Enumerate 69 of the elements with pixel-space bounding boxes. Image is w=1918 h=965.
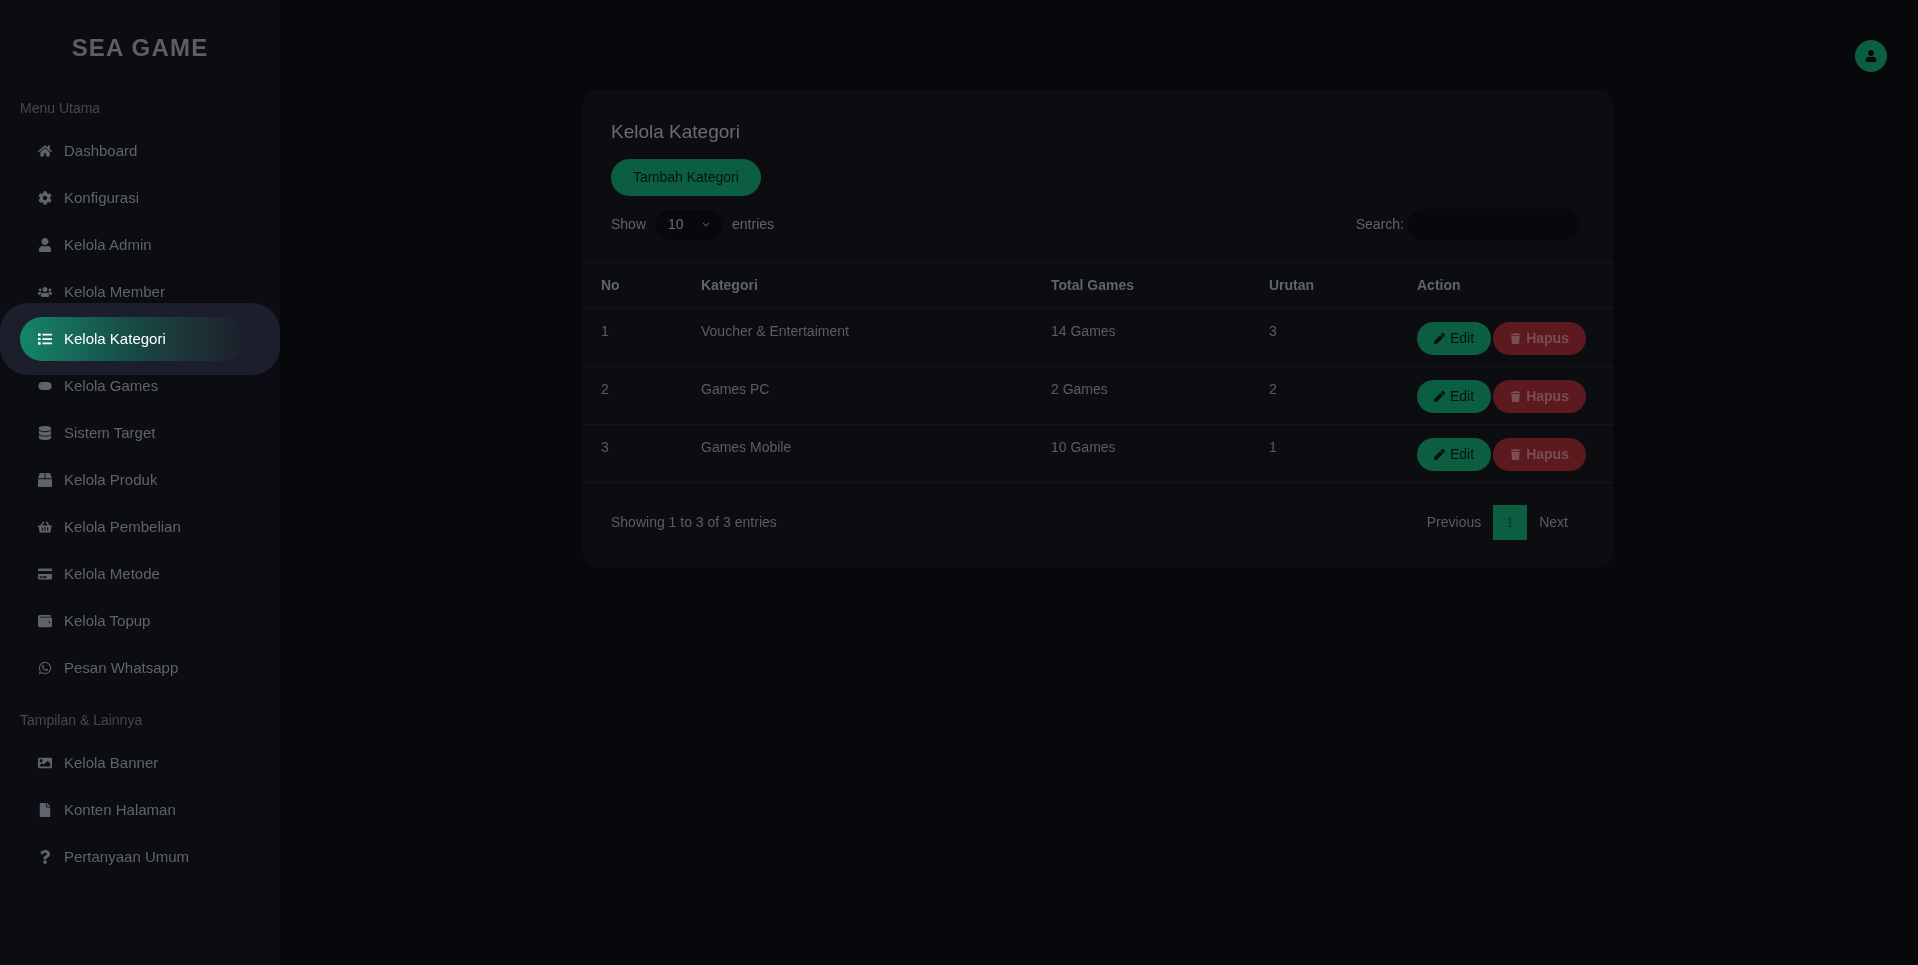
show-label: Show [611,215,647,234]
table-info: Showing 1 to 3 of 3 entries [611,512,777,532]
table-cell-text: Games PC [701,379,771,399]
edit-button[interactable]: Edit [1417,437,1492,471]
table-cell-text: 14 Games [1051,321,1117,341]
table-cell-text: 2 [601,379,610,399]
sidebar-item[interactable]: Pesan Whatsapp [20,658,179,678]
edit-button[interactable]: Edit [1417,379,1492,413]
sidebar-item[interactable]: Pertanyaan Umum [20,847,190,867]
sidebar-item[interactable]: Kelola Pembelian [20,517,181,537]
user-icon [38,238,52,252]
home-icon [38,144,52,158]
column-header: Urutan [1269,275,1316,295]
column-header: Kategori [701,275,759,295]
sidebar-item[interactable]: Sistem Target [20,423,156,443]
list-icon [38,332,52,346]
chat-bubble-icon [38,661,52,675]
file-icon [38,803,52,817]
table-cell-text: 1 [1269,437,1278,457]
user-avatar-button[interactable] [1855,40,1887,72]
column-header: Action [1417,275,1462,295]
sidebar-item[interactable]: Kelola Banner [20,753,159,773]
basket-icon [38,520,52,534]
sidebar-item[interactable]: Kelola Topup [20,611,151,631]
card-title: Kelola Kategori [611,120,741,144]
sidebar-item[interactable]: Konfigurasi [20,188,140,208]
trash-icon [1510,390,1522,402]
users-icon [38,285,52,299]
logo: SEA GAME [71,33,209,63]
previous-page-button[interactable]: Previous [1414,504,1494,540]
sidebar-item[interactable]: Kelola Admin [20,235,152,255]
entries-label: entries [732,215,775,234]
settings-icon [38,191,52,205]
sidebar-item[interactable]: Konten Halaman [20,800,176,820]
table-cell-text: 2 [1269,379,1278,399]
wallet-icon [38,614,52,628]
entries-select[interactable]: 10 [656,209,723,240]
credit-card-icon [38,567,52,581]
table-cell-text: Games Mobile [701,437,793,457]
table-cell-text: Voucher & Entertaiment [701,321,850,341]
section-heading: Menu Utama [19,99,102,118]
sidebar-item[interactable]: Dashboard [20,141,138,161]
sidebar-item[interactable]: Kelola Metode [20,564,160,584]
trash-icon [1510,332,1522,344]
image-icon [38,756,52,770]
table-cell-text: 10 Games [1051,437,1117,457]
section-heading: Tampilan & Lainnya [19,711,144,730]
user-icon [1865,50,1877,62]
pencil-icon [1434,390,1445,402]
table-cell-text: 3 [1269,321,1278,341]
column-header: No [601,275,621,295]
table-cell-text: 3 [601,437,610,457]
pencil-icon [1434,448,1445,460]
question-icon [38,850,52,864]
pencil-icon [1434,332,1445,344]
next-page-button[interactable]: Next [1527,504,1580,540]
sidebar-item[interactable]: Kelola Member [20,282,165,302]
edit-button[interactable]: Edit [1417,321,1492,355]
search-label: Search: [1355,215,1404,234]
column-header: Total Games [1051,275,1135,295]
table-cell-text: 2 Games [1051,379,1109,399]
add-category-button[interactable]: Tambah Kategori [611,158,761,196]
box-icon [38,473,52,487]
trash-icon [1510,448,1522,460]
table-cell-text: 1 [601,321,610,341]
chevron-down-icon [702,221,711,228]
sidebar-item[interactable]: Kelola Games [20,376,159,396]
sidebar-item[interactable]: Kelola Produk [20,470,158,490]
database-icon [38,426,52,440]
